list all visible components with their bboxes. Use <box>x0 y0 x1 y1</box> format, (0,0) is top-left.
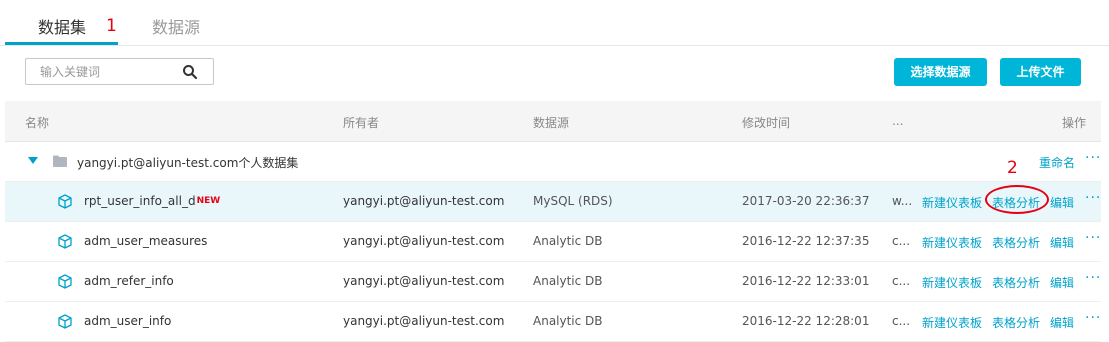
header-extra: ... <box>892 114 904 128</box>
row-more-icon[interactable]: ··· <box>1085 270 1101 286</box>
tab-bar: 数据集 1 数据源 <box>0 0 1109 46</box>
dataset-cube-icon <box>58 234 72 249</box>
new-dashboard-link[interactable]: 新建仪表板 <box>922 274 982 291</box>
dataset-source: MySQL (RDS) <box>533 194 613 208</box>
annotation-number-1: 1 <box>106 16 117 36</box>
header-owner: 所有者 <box>343 116 380 130</box>
header-modified: 修改时间 <box>742 116 791 130</box>
new-dashboard-link[interactable]: 新建仪表板 <box>922 314 982 331</box>
dataset-cube-icon <box>58 274 72 289</box>
dataset-modified: 2016-12-22 12:37:35 <box>742 234 870 248</box>
tab-datasets[interactable]: 数据集 <box>38 14 86 38</box>
dataset-extra: c... <box>892 314 911 328</box>
dataset-owner: yangyi.pt@aliyun-test.com <box>343 234 505 248</box>
table-row[interactable]: adm_refer_info yangyi.pt@aliyun-test.com… <box>5 262 1101 302</box>
dataset-name[interactable]: adm_user_info <box>84 314 171 328</box>
dataset-extra: w... <box>892 194 913 208</box>
row-more-icon[interactable]: ··· <box>1085 230 1101 246</box>
new-dashboard-link[interactable]: 新建仪表板 <box>922 194 982 211</box>
rename-link[interactable]: 重命名 <box>1039 154 1075 171</box>
folder-name: yangyi.pt@aliyun-test.com个人数据集 <box>77 156 299 170</box>
dataset-source: Analytic DB <box>533 274 603 288</box>
annotation-circle <box>985 185 1049 214</box>
edit-link[interactable]: 编辑 <box>1050 314 1074 331</box>
folder-more-icon[interactable]: ··· <box>1085 150 1101 166</box>
active-tab-indicator <box>5 42 118 45</box>
search-box <box>25 58 214 85</box>
dataset-owner: yangyi.pt@aliyun-test.com <box>343 314 505 328</box>
new-badge: NEW <box>196 196 221 206</box>
dataset-extra: c... <box>892 274 911 288</box>
folder-row: yangyi.pt@aliyun-test.com个人数据集 重命名 ··· <box>5 142 1101 182</box>
dataset-name[interactable]: adm_user_measures <box>84 234 207 248</box>
search-icon[interactable] <box>182 64 198 80</box>
dataset-extra: c... <box>892 234 911 248</box>
table-analysis-link[interactable]: 表格分析 <box>992 314 1040 331</box>
dataset-name[interactable]: adm_refer_info <box>84 274 174 288</box>
header-source: 数据源 <box>533 116 570 130</box>
dataset-source: Analytic DB <box>533 314 603 328</box>
table-analysis-link[interactable]: 表格分析 <box>992 234 1040 251</box>
header-actions: 操作 <box>1062 116 1087 130</box>
dataset-name-text: rpt_user_info_all_d <box>84 194 196 208</box>
dataset-cube-icon <box>58 194 72 209</box>
tab-data-sources[interactable]: 数据源 <box>152 14 200 38</box>
dataset-modified: 2017-03-20 22:36:37 <box>742 194 870 208</box>
dataset-cube-icon <box>58 314 72 329</box>
edit-link[interactable]: 编辑 <box>1050 234 1074 251</box>
table-row[interactable]: adm_user_info yangyi.pt@aliyun-test.com … <box>5 302 1101 342</box>
row-more-icon[interactable]: ··· <box>1085 190 1101 206</box>
folder-icon <box>53 155 67 167</box>
upload-file-button[interactable]: 上传文件 <box>1000 58 1081 86</box>
new-dashboard-link[interactable]: 新建仪表板 <box>922 234 982 251</box>
table-row[interactable]: adm_user_measures yangyi.pt@aliyun-test.… <box>5 222 1101 262</box>
table-row[interactable]: rpt_user_info_all_dNEW yangyi.pt@aliyun-… <box>5 182 1101 222</box>
dataset-owner: yangyi.pt@aliyun-test.com <box>343 194 505 208</box>
table-analysis-link[interactable]: 表格分析 <box>992 274 1040 291</box>
dataset-modified: 2016-12-22 12:33:01 <box>742 274 870 288</box>
row-more-icon[interactable]: ··· <box>1085 310 1101 326</box>
edit-link[interactable]: 编辑 <box>1050 274 1074 291</box>
header-name: 名称 <box>25 116 50 130</box>
search-input[interactable] <box>26 59 176 84</box>
select-data-source-button[interactable]: 选择数据源 <box>894 58 987 86</box>
annotation-number-2: 2 <box>1007 158 1018 178</box>
edit-link[interactable]: 编辑 <box>1050 194 1074 211</box>
expand-caret-icon[interactable] <box>28 157 38 164</box>
dataset-name[interactable]: rpt_user_info_all_dNEW <box>84 194 220 208</box>
dataset-owner: yangyi.pt@aliyun-test.com <box>343 274 505 288</box>
table-header: 名称 所有者 数据源 修改时间 ... 操作 <box>5 101 1101 142</box>
dataset-source: Analytic DB <box>533 234 603 248</box>
dataset-modified: 2016-12-22 12:28:01 <box>742 314 870 328</box>
